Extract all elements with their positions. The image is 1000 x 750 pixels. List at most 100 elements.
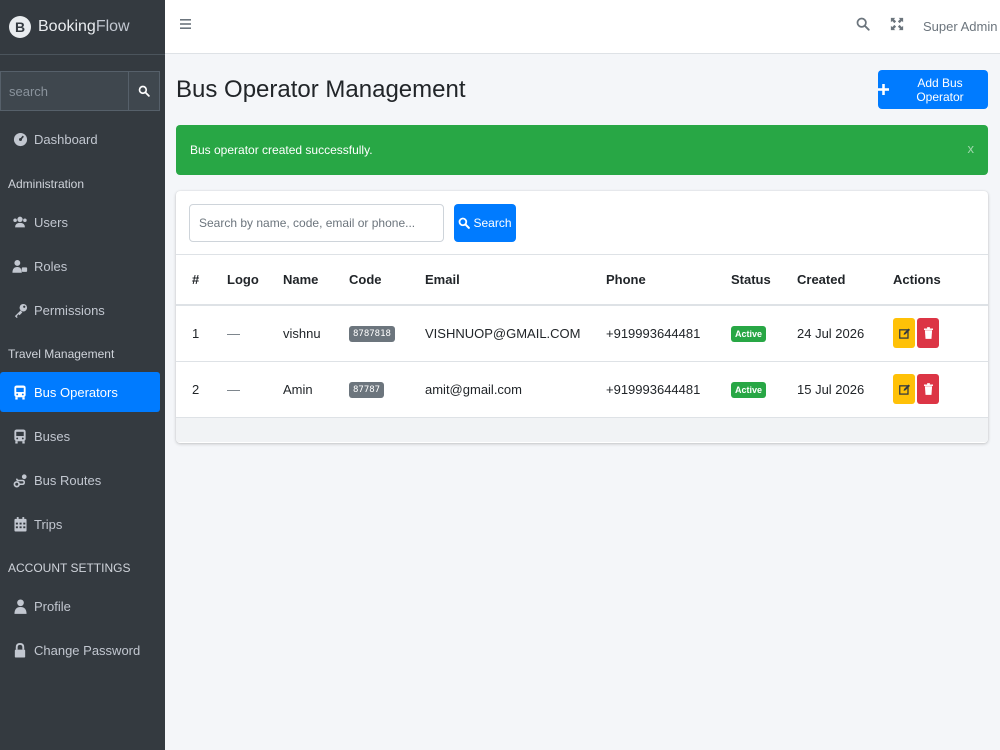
- column-header-name[interactable]: Name: [267, 255, 333, 306]
- edit-button[interactable]: [893, 318, 915, 349]
- row-name: Amin: [267, 361, 333, 418]
- column-header-phone[interactable]: Phone: [590, 255, 715, 306]
- sidebar-item-label: Roles: [34, 258, 68, 274]
- sidebar-item-label: Trips: [34, 516, 63, 532]
- sidebar-item-permissions[interactable]: Permissions: [0, 290, 160, 330]
- row-code-cell: 87787: [333, 361, 409, 418]
- nav-header-account-settings: ACCOUNT SETTINGS: [8, 561, 131, 575]
- brand[interactable]: B BookingFlow: [0, 0, 165, 55]
- key-icon: [12, 302, 28, 318]
- bus-icon: [12, 428, 28, 444]
- route-icon: [12, 472, 28, 488]
- sidebar-item-label: Dashboard: [34, 131, 98, 147]
- add-bus-operator-button[interactable]: Add Bus Operator: [878, 70, 988, 109]
- search-button-label: Search: [473, 216, 512, 230]
- row-logo: —: [211, 361, 267, 418]
- sidebar-item-bus-routes[interactable]: Bus Routes: [0, 460, 160, 500]
- sidebar-item-label: Buses: [34, 428, 71, 444]
- code-badge: 8787818: [349, 326, 395, 343]
- delete-button[interactable]: [917, 318, 939, 349]
- column-header-created[interactable]: Created: [781, 255, 877, 306]
- sidebar: B BookingFlow Dashboard Administration U…: [0, 0, 165, 750]
- row-logo: —: [211, 305, 267, 362]
- edit-icon: [898, 383, 910, 395]
- sidebar-item-label: Profile: [34, 598, 71, 614]
- row-actions: [877, 361, 988, 418]
- success-alert: Bus operator created successfully. x: [176, 125, 988, 175]
- sidebar-item-label: Permissions: [34, 302, 105, 318]
- search-icon: [138, 85, 150, 97]
- row-created: 15 Jul 2026: [781, 361, 877, 418]
- status-badge: Active: [731, 381, 767, 398]
- table-row: 2 — Amin 87787 amit@gmail.com +919993644…: [176, 361, 988, 418]
- sidebar-item-label: Bus Operators: [34, 384, 118, 400]
- sidebar-search: [0, 71, 160, 111]
- sidebar-item-label: Change Password: [34, 642, 141, 658]
- search-button[interactable]: Search: [454, 204, 516, 242]
- search-input[interactable]: [189, 204, 444, 242]
- user-tag-icon: [12, 258, 28, 274]
- add-bus-operator-label: Add Bus Operator: [916, 75, 964, 104]
- topbar: Super Admin: [165, 0, 1000, 54]
- page-title: Bus Operator Management: [176, 76, 466, 103]
- user-icon: [12, 598, 28, 614]
- row-code-cell: 8787818: [333, 305, 409, 362]
- sidebar-item-roles[interactable]: Roles: [0, 246, 160, 286]
- sidebar-item-label: Bus Routes: [34, 472, 102, 488]
- column-header-code[interactable]: Code: [333, 255, 409, 306]
- column-header-status[interactable]: Status: [715, 255, 781, 306]
- menu-toggle-icon[interactable]: [180, 17, 196, 33]
- close-icon[interactable]: x: [968, 141, 975, 156]
- table-header-row: # Logo Name Code Email Phone Status Crea…: [176, 255, 988, 306]
- trash-icon: [923, 327, 933, 340]
- column-header-email[interactable]: Email: [409, 255, 590, 306]
- brand-logo-icon: B: [9, 16, 31, 38]
- row-phone: +919993644481: [590, 361, 715, 418]
- user-menu[interactable]: Super Admin: [923, 19, 997, 34]
- row-number: 2: [176, 361, 211, 418]
- row-created: 24 Jul 2026: [781, 305, 877, 362]
- operators-table: # Logo Name Code Email Phone Status Crea…: [176, 255, 988, 418]
- sidebar-item-buses[interactable]: Buses: [0, 416, 160, 456]
- row-number: 1: [176, 305, 211, 362]
- sidebar-item-change-password[interactable]: Change Password: [0, 630, 160, 670]
- calendar-icon: [12, 516, 28, 532]
- sidebar-item-bus-operators[interactable]: Bus Operators: [0, 372, 160, 412]
- card-search-bar: Search: [176, 191, 988, 255]
- sidebar-search-input[interactable]: [0, 71, 128, 111]
- delete-button[interactable]: [917, 374, 939, 404]
- column-header-number[interactable]: #: [176, 255, 211, 306]
- row-email: amit@gmail.com: [409, 361, 590, 418]
- sidebar-item-profile[interactable]: Profile: [0, 586, 160, 626]
- table-row: 1 — vishnu 8787818 VISHNUOP@GMAIL.COM +9…: [176, 305, 988, 362]
- bus-icon: [12, 384, 28, 400]
- code-badge: 87787: [349, 382, 385, 398]
- alert-message: Bus operator created successfully.: [190, 143, 373, 157]
- lock-icon: [12, 642, 28, 658]
- sidebar-item-dashboard[interactable]: Dashboard: [0, 119, 160, 159]
- column-header-actions: Actions: [877, 255, 988, 306]
- card-footer: [176, 417, 988, 442]
- trash-icon: [923, 383, 933, 395]
- nav-header-travel-management: Travel Management: [8, 347, 115, 361]
- row-name: vishnu: [267, 305, 333, 362]
- brand-name: BookingFlow: [38, 18, 130, 35]
- dashboard-icon: [12, 131, 28, 147]
- users-icon: [12, 214, 28, 230]
- search-icon[interactable]: [856, 17, 870, 34]
- status-badge: Active: [731, 325, 767, 342]
- row-status-cell: Active: [715, 361, 781, 418]
- nav-header-administration: Administration: [8, 177, 85, 191]
- edit-button[interactable]: [893, 374, 915, 404]
- search-icon: [459, 217, 471, 229]
- sidebar-item-trips[interactable]: Trips: [0, 504, 160, 544]
- operators-card: Search # Logo Name Code Email Phone Stat…: [176, 191, 988, 443]
- edit-icon: [898, 328, 910, 339]
- sidebar-search-button[interactable]: [128, 71, 160, 111]
- fullscreen-icon[interactable]: [890, 17, 904, 34]
- sidebar-item-label: Users: [34, 214, 68, 230]
- sidebar-item-users[interactable]: Users: [0, 202, 160, 242]
- column-header-logo[interactable]: Logo: [211, 255, 267, 306]
- row-phone: +919993644481: [590, 305, 715, 362]
- row-email: VISHNUOP@GMAIL.COM: [409, 305, 590, 362]
